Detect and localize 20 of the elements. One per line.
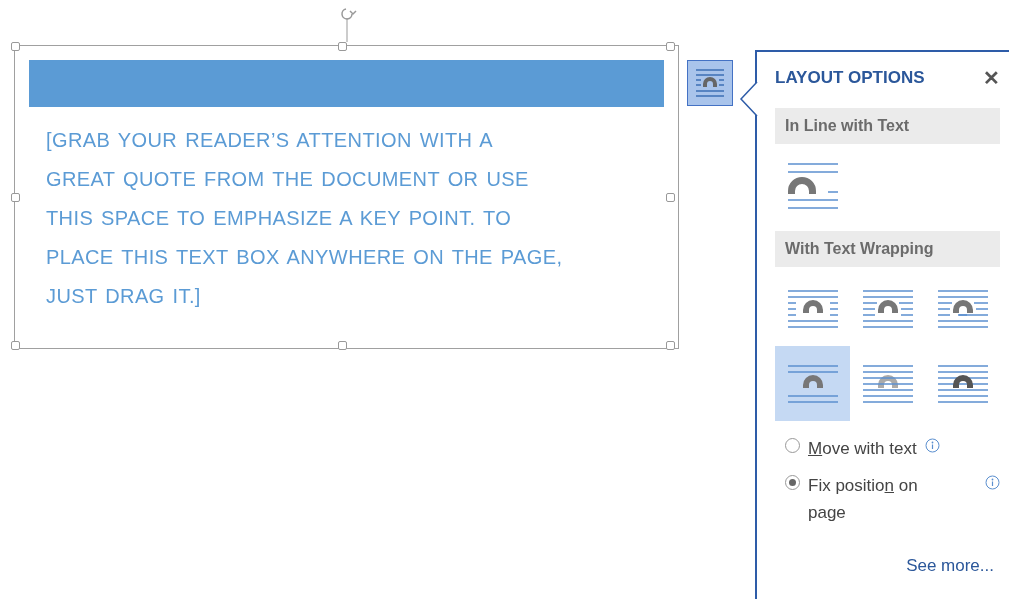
resize-handle[interactable] bbox=[666, 193, 675, 202]
resize-handle[interactable] bbox=[666, 341, 675, 350]
quote-text: [GRAB YOUR READER’S ATTENTION WITH A GREAT QUOTE FROM THE DOCUMENT OR USE THIS SPACE TO EMPHASIZE A KEY POINT. TO PLACE THIS TEXT BOX ANYWHERE ON THE PAGE, JUST DRAG IT.] bbox=[46, 128, 564, 309]
resize-handle[interactable] bbox=[338, 341, 347, 350]
wrap-option[interactable] bbox=[775, 346, 850, 421]
resize-handle[interactable] bbox=[666, 42, 675, 51]
info-icon[interactable] bbox=[924, 438, 940, 453]
section-heading: With Text Wrapping bbox=[775, 231, 1000, 267]
close-button[interactable]: ✕ bbox=[983, 66, 1000, 90]
resize-handle[interactable] bbox=[11, 42, 20, 51]
resize-handle[interactable] bbox=[11, 341, 20, 350]
layout-options-button[interactable] bbox=[687, 60, 734, 106]
radio-label[interactable]: Fix position on page bbox=[808, 472, 948, 526]
resize-handle[interactable] bbox=[11, 193, 20, 202]
radio-label[interactable]: Move with text bbox=[808, 435, 917, 462]
see-more-link[interactable]: See more... bbox=[775, 556, 1000, 576]
resize-handle[interactable] bbox=[338, 42, 347, 51]
info-icon[interactable] bbox=[985, 475, 1000, 490]
panel-title: LAYOUT OPTIONS bbox=[775, 68, 925, 88]
section-heading: In Line with Text bbox=[775, 108, 1000, 144]
